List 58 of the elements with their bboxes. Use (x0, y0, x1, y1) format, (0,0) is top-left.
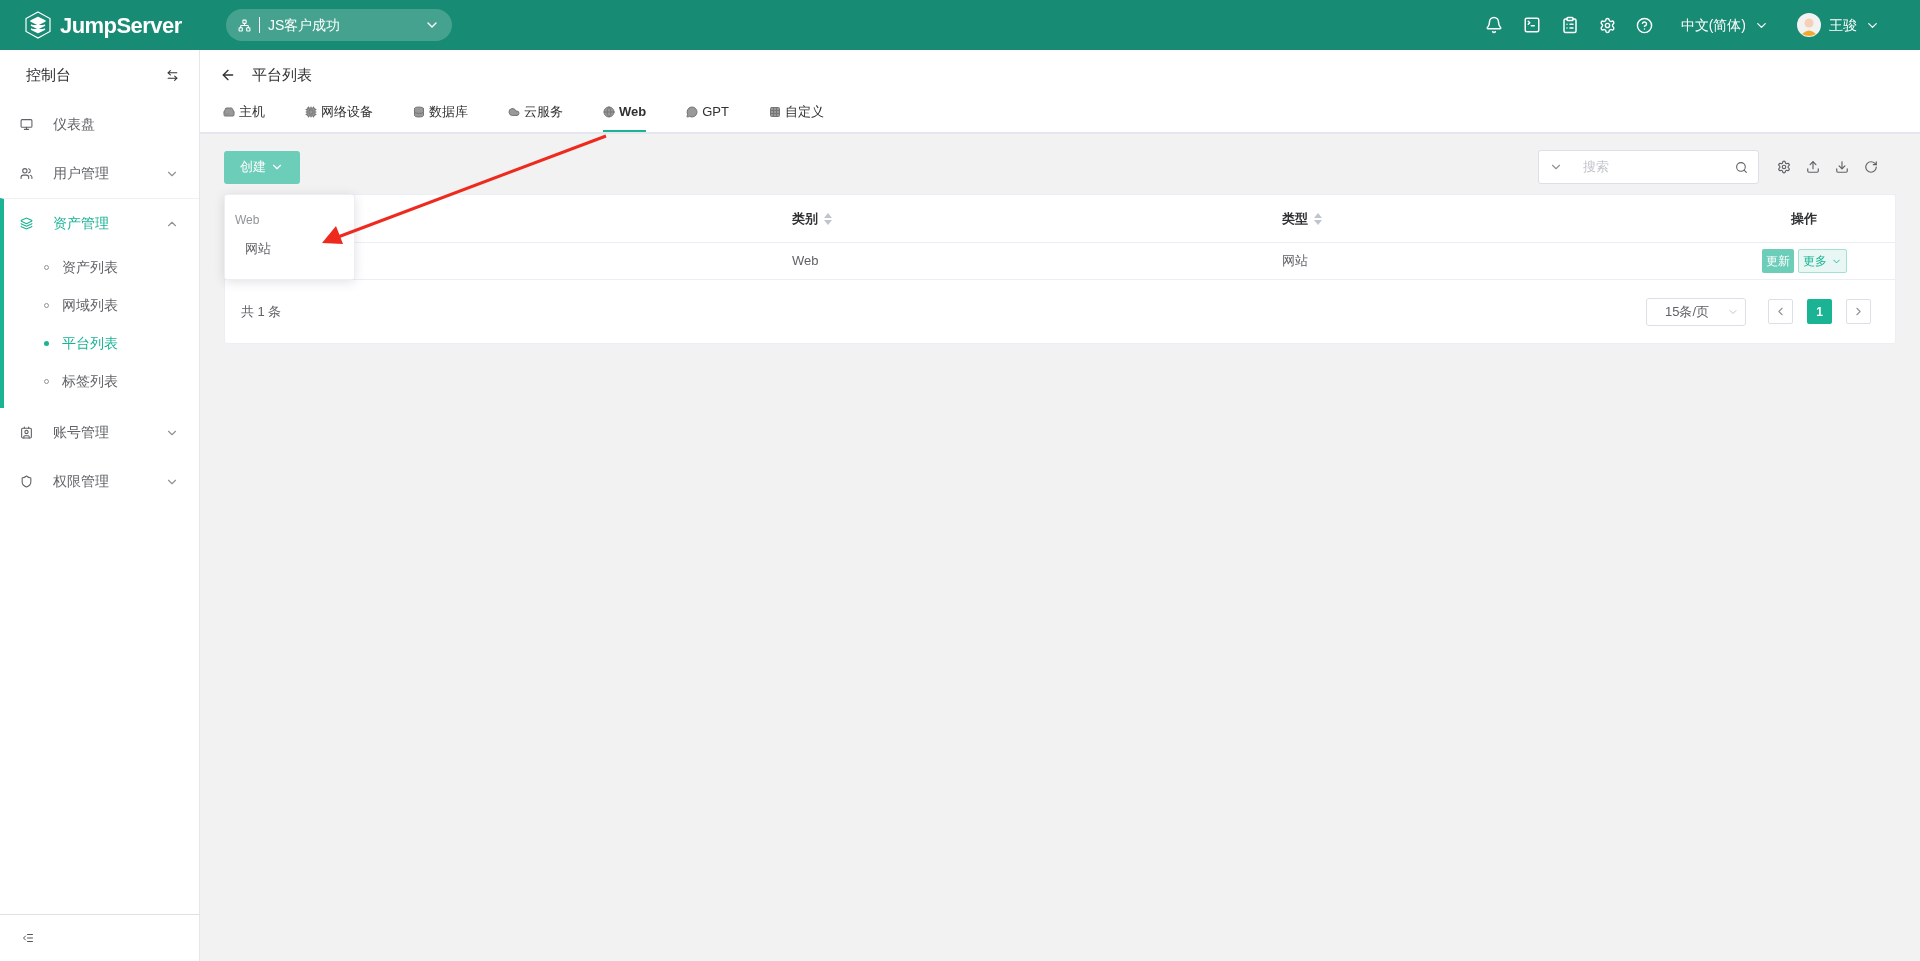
settings-icon[interactable] (1598, 16, 1616, 34)
logo-icon (24, 11, 52, 39)
table-cell-text: Web (792, 252, 820, 271)
tab-icon (768, 106, 781, 118)
submenu-item[interactable]: 标签列表 (4, 362, 199, 400)
download-icon[interactable] (1835, 160, 1849, 174)
switch-icon[interactable] (166, 68, 179, 82)
upload-icon[interactable] (1806, 160, 1820, 174)
tab-icon (603, 106, 615, 118)
refresh-icon[interactable] (1864, 160, 1878, 174)
user-menu[interactable]: 王骏 (1797, 13, 1880, 37)
submenu-item[interactable]: 网域列表 (4, 286, 199, 324)
settings-icon[interactable] (1777, 160, 1791, 174)
tab[interactable]: 云服务 (508, 100, 563, 132)
page-title: 平台列表 (252, 64, 312, 85)
menu-option[interactable]: 网站 (225, 239, 271, 259)
collapse-icon[interactable] (22, 932, 34, 944)
page-size-select[interactable]: 15条/页 (1646, 297, 1746, 326)
logo-text: JumpServer (60, 11, 182, 40)
tab[interactable]: 网络设备 (305, 100, 373, 132)
notification-icon[interactable] (1484, 16, 1503, 34)
back-icon[interactable] (220, 67, 236, 83)
tab-icon (686, 106, 699, 118)
search-field[interactable]: 搜索 (1538, 150, 1759, 184)
menu-group-label: Web (234, 212, 260, 229)
menu-item[interactable]: 仪表盘 (0, 100, 199, 149)
tab-icon (413, 106, 425, 118)
org-icon (238, 18, 251, 32)
tab-icon (305, 106, 317, 118)
tab[interactable]: 自定义 (768, 100, 824, 132)
tab[interactable]: 数据库 (413, 100, 468, 132)
tab[interactable]: Web (603, 100, 647, 132)
total-count: 共 1 条 (241, 302, 282, 321)
menu-icon (20, 426, 33, 439)
clipboard-icon[interactable] (1560, 16, 1579, 34)
menu-icon (20, 118, 33, 131)
tab-icon (223, 106, 235, 118)
menu-icon (20, 475, 33, 488)
terminal-icon[interactable] (1522, 16, 1541, 34)
search-input[interactable]: 搜索 (1583, 157, 1735, 177)
menu-group[interactable]: 用户管理 (0, 149, 199, 198)
table-cell-text: 网站 (1282, 252, 1309, 271)
avatar-icon (1797, 13, 1821, 37)
help-icon[interactable] (1635, 16, 1653, 34)
menu-group[interactable]: 账号管理 (0, 408, 199, 457)
language-selector[interactable]: 中文(简体) (1680, 14, 1769, 36)
menu-icon (20, 217, 33, 230)
tab-icon (508, 106, 520, 118)
tab[interactable]: GPT (686, 100, 729, 132)
menu-group[interactable]: 权限管理 (0, 457, 199, 506)
sidebar-title: 控制台 (26, 64, 71, 85)
submenu-item[interactable]: 资产列表 (4, 248, 199, 286)
search-icon (1735, 160, 1748, 174)
tab[interactable]: 主机 (223, 100, 265, 132)
column-header: 类别 (792, 209, 818, 228)
column-header: 类型 (1282, 209, 1308, 228)
menu-icon (20, 167, 33, 180)
column-header: 操作 (1791, 209, 1817, 228)
